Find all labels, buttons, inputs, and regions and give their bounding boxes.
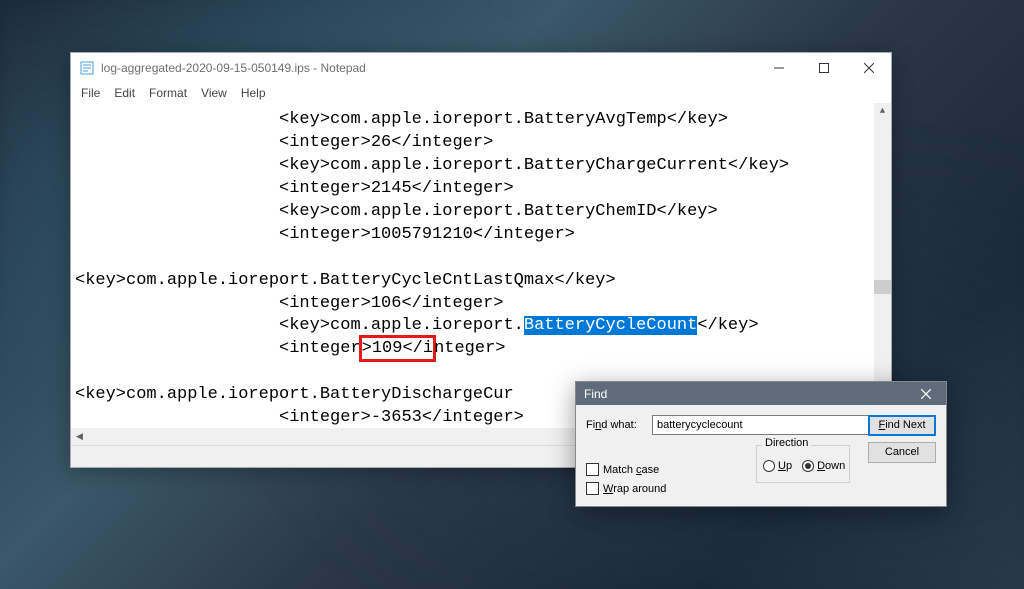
direction-group: Up Down [756, 445, 850, 483]
menu-view[interactable]: View [195, 84, 233, 102]
vertical-scrollbar[interactable]: ▲ ▼ [874, 103, 891, 428]
text-area[interactable]: <key>com.apple.ioreport.BatteryAvgTemp</… [71, 103, 891, 428]
text-line: <integer>106</integer> [75, 294, 503, 313]
menu-file[interactable]: File [75, 84, 106, 102]
text-line: <key>com.apple.ioreport.BatteryCycleCntL… [75, 271, 616, 290]
menu-edit[interactable]: Edit [108, 84, 141, 102]
wrap-around-checkbox[interactable] [586, 482, 599, 495]
text-line: <key>com.apple.ioreport.BatteryAvgTemp</… [75, 110, 728, 129]
close-button[interactable] [846, 53, 891, 83]
selected-text: BatteryCycleCount [524, 316, 697, 335]
scroll-thumb[interactable] [874, 280, 891, 294]
menu-help[interactable]: Help [235, 84, 272, 102]
minimize-button[interactable] [756, 53, 801, 83]
text-line: <key>com.apple.ioreport.BatteryDischarge… [75, 385, 514, 404]
match-case-checkbox[interactable] [586, 463, 599, 476]
text-line: <integer>2145</integer> [75, 179, 514, 198]
titlebar[interactable]: log-aggregated-2020-09-15-050149.ips - N… [71, 53, 891, 83]
wrap-around-label: Wrap around [603, 483, 666, 495]
direction-up-label: Up [778, 460, 792, 472]
text-line: <integer>1005791210</integer> [75, 225, 575, 244]
annotation-highlight-box: >109</i [359, 335, 436, 362]
text-line-part: </key> [697, 316, 758, 335]
text-line: <key>com.apple.ioreport.BatteryChargeCur… [75, 156, 789, 175]
notepad-icon [79, 60, 95, 76]
find-close-button[interactable] [906, 382, 946, 405]
text-line: <integer>26</integer> [75, 133, 493, 152]
find-titlebar[interactable]: Find [576, 382, 946, 405]
maximize-button[interactable] [801, 53, 846, 83]
find-title: Find [584, 387, 607, 401]
direction-down-label: Down [817, 460, 845, 472]
find-next-button[interactable]: Find Next [868, 415, 936, 436]
window-title: log-aggregated-2020-09-15-050149.ips - N… [101, 61, 366, 75]
match-case-label: Match case [603, 464, 659, 476]
text-line-part: nteger> [434, 339, 505, 358]
text-line: <key>com.apple.ioreport.BatteryChemID</k… [75, 202, 718, 221]
direction-up-radio[interactable] [763, 460, 775, 472]
cancel-button[interactable]: Cancel [868, 442, 936, 463]
text-line-part: <integer [75, 339, 361, 358]
scroll-left-button[interactable]: ◀ [71, 428, 88, 445]
direction-legend: Direction [762, 437, 811, 449]
find-what-label: Find what: [586, 419, 644, 431]
menubar: File Edit Format View Help [71, 83, 891, 103]
find-dialog: Find Find what: Find Next Cancel Match c… [575, 381, 947, 507]
direction-down-radio[interactable] [802, 460, 814, 472]
scroll-up-button[interactable]: ▲ [874, 103, 891, 120]
text-line: <integer>-3653</integer> [75, 408, 524, 427]
menu-format[interactable]: Format [143, 84, 193, 102]
text-line-part: <key>com.apple.ioreport. [75, 316, 524, 335]
